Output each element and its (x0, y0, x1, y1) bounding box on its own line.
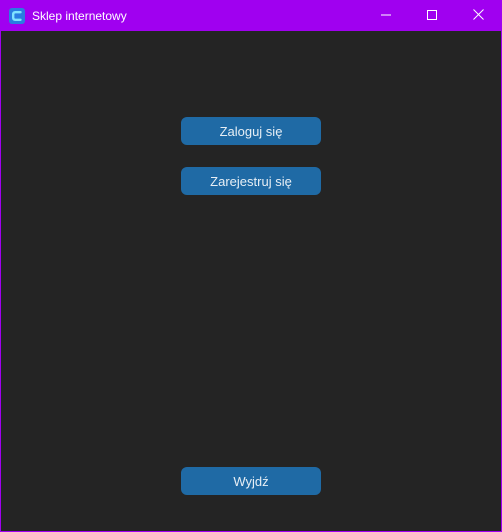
maximize-icon (427, 7, 437, 25)
window-title: Sklep internetowy (32, 9, 127, 23)
app-logo-icon (9, 8, 25, 24)
register-button[interactable]: Zarejestruj się (181, 167, 321, 195)
close-icon (472, 7, 484, 25)
minimize-icon (381, 7, 391, 25)
app-window: Sklep internetowy Zaloguj się Zarejestru… (0, 0, 502, 532)
main-content: Zaloguj się Zarejestruj się Wyjdź (1, 31, 501, 531)
minimize-button[interactable] (363, 1, 409, 31)
exit-button[interactable]: Wyjdź (181, 467, 321, 495)
title-bar[interactable]: Sklep internetowy (1, 1, 501, 31)
close-button[interactable] (455, 1, 501, 31)
maximize-button[interactable] (409, 1, 455, 31)
login-button[interactable]: Zaloguj się (181, 117, 321, 145)
